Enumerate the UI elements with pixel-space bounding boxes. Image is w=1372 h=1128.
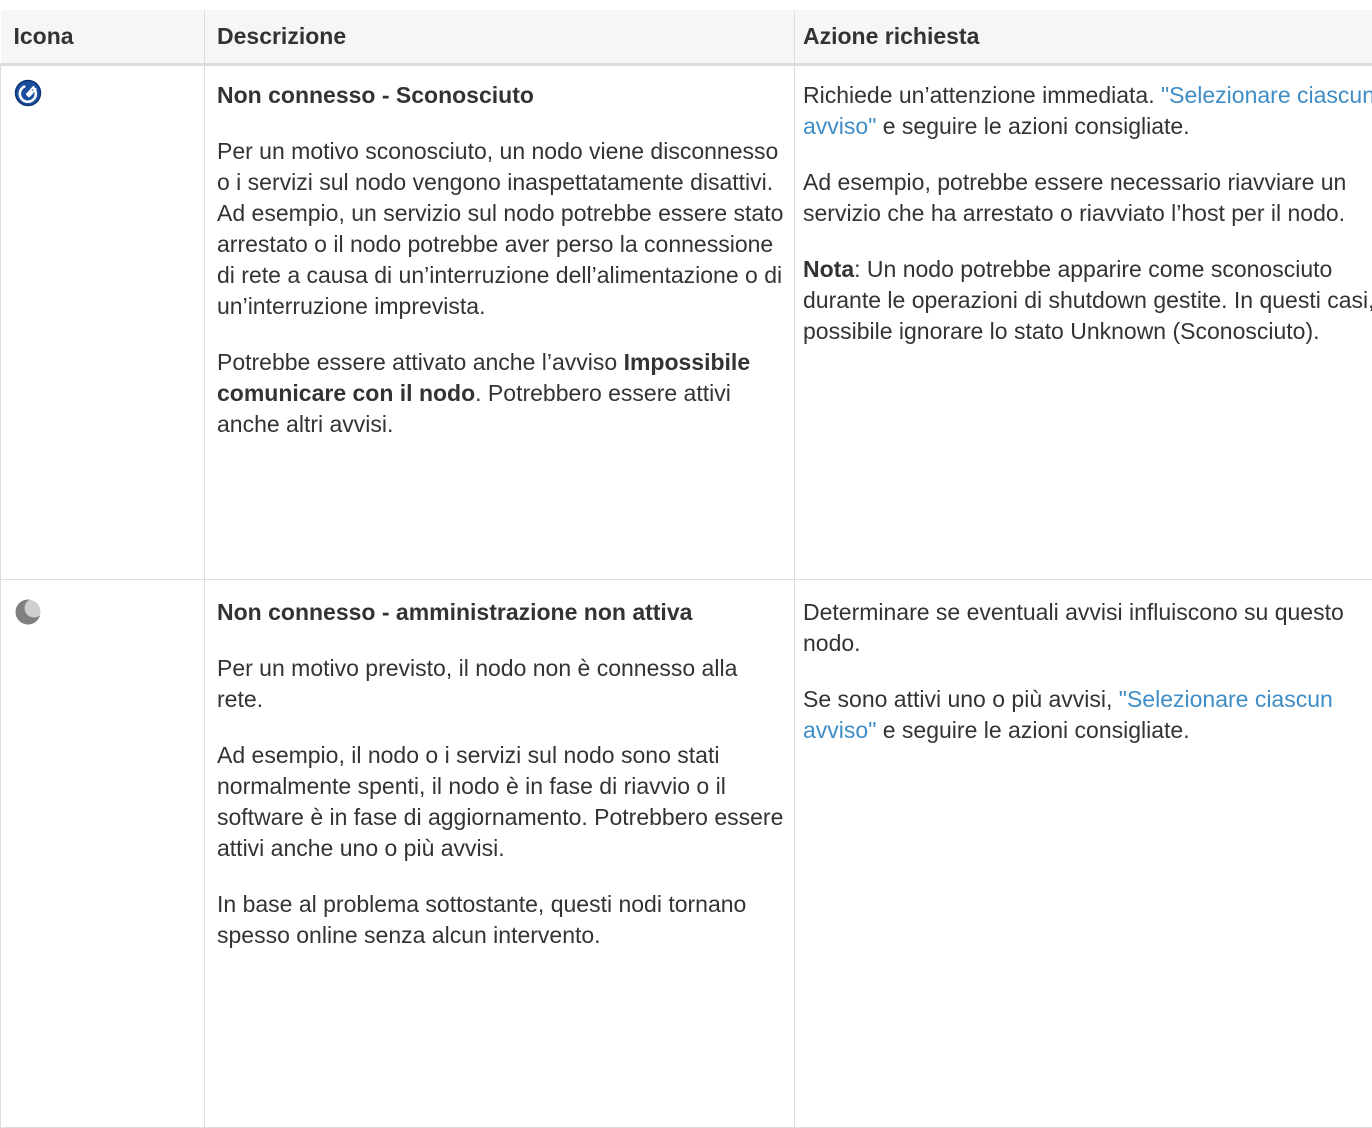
status-title: Non connesso - Sconosciuto <box>217 80 786 111</box>
description-paragraph: Ad esempio, il nodo o i servizi sul nodo… <box>217 740 786 864</box>
table-body: Non connesso - Sconosciuto Per un motivo… <box>1 65 1372 1128</box>
row-action-cell: Richiede un’attenzione immediata. "Selez… <box>795 65 1372 580</box>
header-row: Icona Descrizione Azione richiesta <box>1 10 1372 65</box>
row-description-cell: Non connesso - amministrazione non attiv… <box>205 580 795 1128</box>
header-description-column: Descrizione <box>205 10 795 65</box>
description-paragraph: In base al problema sottostante, questi … <box>217 889 786 951</box>
description-paragraph: Per un motivo previsto, il nodo non è co… <box>217 653 786 715</box>
header-icon-column: Icona <box>1 10 205 65</box>
table-row: Non connesso - amministrazione non attiv… <box>1 580 1372 1128</box>
node-status-table: Icona Descrizione Azione richiesta <box>0 10 1372 1128</box>
table-header: Icona Descrizione Azione richiesta <box>1 10 1372 65</box>
status-title: Non connesso - amministrazione non attiv… <box>217 597 786 628</box>
row-action-cell: Determinare se eventuali avvisi influisc… <box>795 580 1372 1128</box>
action-paragraph: Ad esempio, potrebbe essere necessario r… <box>803 167 1372 229</box>
row-description-cell: Non connesso - Sconosciuto Per un motivo… <box>205 65 795 580</box>
row-icon-cell <box>1 65 205 580</box>
row-icon-cell <box>1 580 205 1128</box>
description-paragraph: Per un motivo sconosciuto, un nodo viene… <box>217 136 786 322</box>
action-paragraph: Richiede un’attenzione immediata. "Selez… <box>803 80 1372 142</box>
action-paragraph: Determinare se eventuali avvisi influisc… <box>803 597 1372 659</box>
header-action-column: Azione richiesta <box>795 10 1372 65</box>
unplugged-circle-icon <box>14 79 42 107</box>
action-paragraph: Se sono attivi uno o più avvisi, "Selezi… <box>803 684 1372 746</box>
moon-icon <box>14 598 42 626</box>
action-note: Nota: Un nodo potrebbe apparire come sco… <box>803 254 1372 347</box>
table-row: Non connesso - Sconosciuto Per un motivo… <box>1 65 1372 580</box>
description-paragraph: Potrebbe essere attivato anche l’avviso … <box>217 347 786 440</box>
